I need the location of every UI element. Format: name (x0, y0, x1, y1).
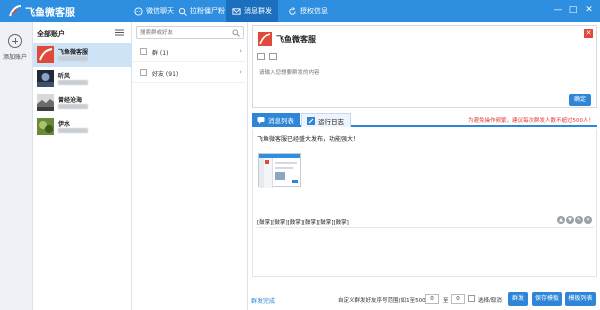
group-checkbox[interactable] (140, 48, 147, 55)
account-id-blurred (58, 104, 88, 109)
account-item[interactable]: 飞鱼微客服 (33, 43, 132, 67)
group-row[interactable]: 群 (1) › (132, 42, 248, 62)
account-item[interactable]: 曾经沧海 (33, 91, 132, 115)
range-to-label: 至 (443, 298, 449, 304)
edit-icon (307, 116, 315, 125)
account-name: 曾经沧海 (58, 97, 83, 104)
account-name: 飞鱼微客服 (58, 49, 89, 56)
avatar (37, 46, 54, 63)
avatar (258, 32, 272, 46)
account-name: 听风 (58, 73, 71, 80)
tab-label: 运行日志 (318, 117, 344, 126)
edit-icon[interactable]: ✎ (575, 216, 583, 224)
chat-icon (134, 6, 143, 16)
mail-icon (232, 7, 241, 15)
move-down-icon[interactable]: ▼ (566, 216, 574, 224)
tab-message-list[interactable]: 消息列表 (252, 113, 300, 127)
close-icon[interactable]: ✕ (584, 29, 593, 38)
range-to-input[interactable]: 0 (451, 294, 465, 304)
account-id-blurred (58, 80, 88, 85)
group-label: 好友 (91) (152, 71, 179, 78)
accounts-header-label: 全部账户 (37, 30, 65, 38)
tab-label: 消息列表 (268, 117, 294, 125)
avatar (37, 118, 54, 135)
move-up-icon[interactable]: ▲ (557, 216, 565, 224)
status-link[interactable]: 群发完成 (251, 296, 275, 305)
account-name: 伊水 (58, 121, 71, 128)
add-account-label[interactable]: 添加账户 (3, 52, 27, 61)
range-from-input[interactable]: 0 (425, 294, 439, 304)
group-label: 群 (1) (152, 50, 169, 57)
log-tabs: 消息列表 运行日志 为避免操作频繁，建议每次群发人数不超过500人！ (252, 113, 597, 127)
search-user-icon (178, 7, 187, 16)
list-view-icon[interactable] (115, 29, 124, 36)
range-label: 自定义群发好友序号范围(如1至500)： (338, 298, 434, 304)
tab-run-log[interactable]: 运行日志 (301, 113, 351, 127)
tab-label: 微信聊天 (146, 7, 174, 15)
message-list: 飞鱼微客服已经盛大发布，功能强大！ [鼓掌][鼓掌][鼓掌][鼓掌][鼓掌][鼓… (252, 129, 597, 277)
accounts-panel: 全部账户 飞鱼微客服 听风 曾经沧海 伊水 (33, 22, 132, 310)
save-template-button[interactable]: 保存模板 (532, 292, 562, 306)
avatar (37, 70, 54, 87)
select-all-label: 选择/取消 (478, 298, 502, 304)
mass-send-button[interactable]: 群发 (508, 292, 528, 306)
accounts-header: 全部账户 (33, 22, 132, 43)
select-all-checkbox[interactable] (468, 295, 475, 302)
main-panel: 飞鱼微客服 ✕ 确定 消息列表 运行日志 为避免操作频繁，建议每次群发人数不超过… (249, 22, 600, 310)
delete-icon[interactable]: ✕ (584, 216, 592, 224)
avatar (37, 94, 54, 111)
add-account-icon[interactable] (8, 34, 22, 48)
message-image-thumbnail[interactable] (258, 153, 301, 188)
tab-label: 授权信息 (300, 7, 328, 15)
app-logo-icon (9, 5, 22, 17)
search-box (136, 26, 244, 39)
account-id-blurred (58, 56, 88, 61)
tab-pull-fans[interactable]: 拉粉僵尸粉 (172, 0, 231, 22)
template-list-button[interactable]: 模板列表 (565, 292, 596, 306)
account-item[interactable]: 听风 (33, 67, 132, 91)
app-title: 飞鱼微客服 (25, 8, 75, 19)
emoji-message-text: [鼓掌][鼓掌][鼓掌][鼓掌][鼓掌][鼓掌] (257, 220, 349, 226)
tab-mass-message[interactable]: 消息群发 (226, 0, 278, 22)
image-icon[interactable] (269, 53, 277, 60)
friends-panel: 群 (1) › 好友 (91) › (132, 22, 248, 310)
tab-authorization[interactable]: 授权信息 (282, 0, 334, 22)
close-button[interactable]: ✕ (583, 4, 595, 16)
compose-box: 飞鱼微客服 ✕ 确定 (252, 25, 597, 108)
title-bar: 飞鱼微客服 微信聊天 拉粉僵尸粉 消息群发 授权信息 — □ ✕ (0, 0, 600, 22)
refresh-icon (289, 6, 296, 15)
confirm-button[interactable]: 确定 (569, 94, 591, 106)
account-item[interactable]: 伊水 (33, 115, 132, 139)
emoji-icon[interactable] (257, 53, 265, 60)
tab-label: 拉粉僵尸粉 (190, 7, 225, 15)
chevron-right-icon[interactable]: › (239, 47, 242, 55)
divider (256, 227, 594, 228)
chat-bubble-icon (257, 117, 265, 124)
message-input[interactable] (259, 68, 559, 78)
account-id-blurred (58, 128, 88, 133)
compose-toolbar (257, 53, 277, 62)
message-actions: ▲ ▼ ✎ ✕ (557, 216, 592, 224)
warning-text: 为避免操作频繁，建议每次群发人数不超过500人！ (468, 118, 594, 124)
group-row[interactable]: 好友 (91) › (132, 63, 248, 83)
tab-label: 消息群发 (244, 7, 272, 15)
message-text: 飞鱼微客服已经盛大发布，功能强大！ (257, 136, 360, 143)
maximize-button[interactable]: □ (567, 4, 579, 16)
chevron-right-icon[interactable]: › (239, 68, 242, 76)
search-input[interactable] (137, 27, 229, 38)
compose-account-name: 飞鱼微客服 (276, 35, 316, 44)
search-icon[interactable] (232, 29, 240, 37)
left-strip: 添加账户 (0, 22, 33, 310)
group-checkbox[interactable] (140, 69, 147, 76)
bottom-bar: 群发完成 自定义群发好友序号范围(如1至500)： 0 至 0 选择/取消 群发… (249, 291, 600, 309)
minimize-button[interactable]: — (552, 4, 564, 16)
